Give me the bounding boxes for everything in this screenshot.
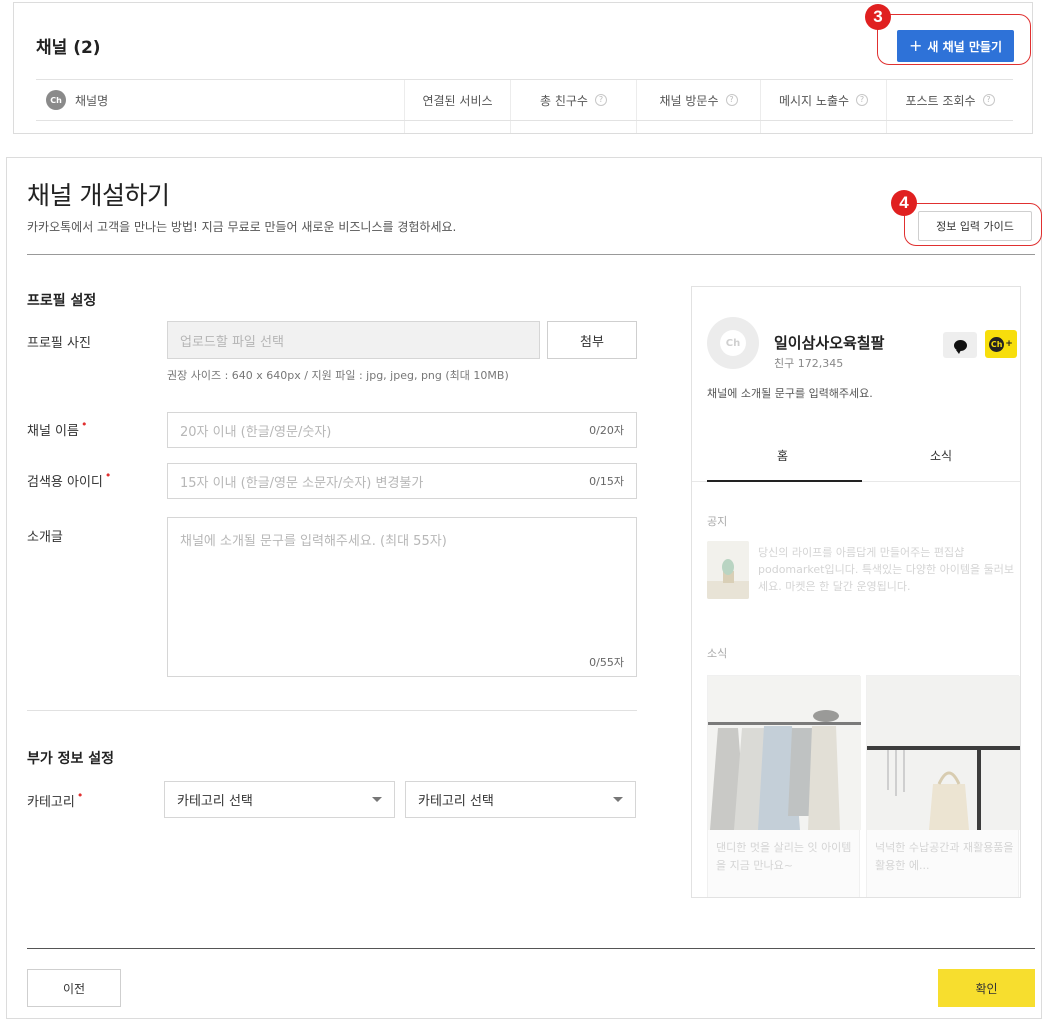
preview-avatar: Ch [707,317,759,369]
search-id-input[interactable]: 15자 이내 (한글/영문 소문자/숫자) 변경불가 0/15자 [167,463,637,499]
confirm-button[interactable]: 확인 [938,969,1035,1007]
required-mark: • [76,789,84,802]
step-marker-3: 3 [865,4,891,30]
preview-notice-label: 공지 [707,515,728,528]
channel-name-input[interactable]: 20자 이내 (한글/영문/숫자) 0/20자 [167,412,637,448]
column-message-impressions[interactable]: 메시지 노출수 ? [760,80,886,120]
previous-button[interactable]: 이전 [27,969,121,1007]
table-column-lines [36,121,1013,133]
preview-notice-text: 당신의 라이프를 아름답게 만들어주는 편집샵 podomarket입니다. 특… [758,546,1014,593]
preview-tab-news: 소식 [930,449,953,463]
channel-name-counter: 0/20자 [589,424,624,437]
channel-preview: Ch 일이삼사오육칠팔 친구 172,345 Ch + 채널에 소개될 문구를 입… [691,286,1021,898]
help-icon[interactable]: ? [982,94,995,106]
step-marker-4: 4 [891,190,917,216]
create-channel-panel: 채널 개설하기 카카오톡에서 고객을 만나는 방법! 지금 무료로 만들어 새로… [6,157,1042,1019]
preview-news-card: 넉넉한 수납공간과 재활용품을 활용한 에... [866,675,1020,897]
profile-section-title: 프로필 설정 [27,293,97,309]
highlight-ring-guide [904,203,1042,246]
page-subtitle: 카카오톡에서 고객을 만나는 방법! 지금 무료로 만들어 새로운 비즈니스를 … [27,220,457,234]
channel-table-header: Ch 채널명 연결된 서비스 총 친구수 ? 채널 방문수 ? 메시지 노출수 … [36,79,1013,121]
preview-description: 채널에 소개될 문구를 입력해주세요. [707,387,873,400]
channel-name-label: 채널 이름 • [27,418,88,439]
page-title: 채널 개설하기 [27,181,170,210]
divider [27,254,1035,255]
preview-notice-image [707,541,749,599]
preview-news-image [867,676,1020,830]
preview-news-label: 소식 [707,647,728,660]
help-icon[interactable]: ? [725,94,738,106]
help-icon[interactable]: ? [594,94,607,106]
preview-chat-button [943,332,977,358]
extra-info-section-title: 부가 정보 설정 [27,751,115,767]
channel-add-icon: Ch [989,336,1005,352]
preview-news-card: 댄디한 멋을 살리는 잇 아이템을 지금 만나요~ [707,675,861,897]
profile-photo-label: 프로필 사진 [27,336,91,351]
intro-label: 소개글 [27,530,63,545]
attach-button[interactable]: 첨부 [547,321,637,359]
photo-hint: 권장 사이즈 : 640 x 640px / 지원 파일 : jpg, jpeg… [167,369,509,382]
help-icon[interactable]: ? [856,94,869,106]
divider [27,948,1035,949]
search-id-label: 검색용 아이디 • [27,469,112,490]
chat-bubble-icon [953,339,967,354]
column-total-friends[interactable]: 총 친구수 ? [510,80,636,120]
channel-list-title: 채널 (2) [36,38,101,58]
caret-down-icon [372,797,382,802]
column-linked-service: 연결된 서비스 [404,80,510,120]
preview-friend-count: 친구 172,345 [774,357,844,370]
divider [27,710,637,711]
intro-textarea[interactable]: 채널에 소개될 문구를 입력해주세요. (최대 55자) 0/55자 [167,517,637,677]
channel-icon: Ch [46,90,66,110]
required-mark: • [80,418,88,431]
category-label: 카테고리 • [27,789,84,810]
channel-icon: Ch [720,330,746,356]
photo-upload-input[interactable]: 업로드할 파일 선택 [167,321,540,359]
category-select-primary[interactable]: 카테고리 선택 [164,781,395,818]
column-channel-visits[interactable]: 채널 방문수 ? [636,80,760,120]
category-select-secondary[interactable]: 카테고리 선택 [405,781,636,818]
preview-tab-active-indicator [707,480,862,482]
preview-channel-name: 일이삼사오육칠팔 [774,334,885,352]
required-mark: • [104,469,112,482]
search-id-counter: 0/15자 [589,475,624,488]
column-channel-name: Ch 채널명 [36,80,404,120]
preview-news-text: 넉넉한 수납공간과 재활용품을 활용한 에... [875,841,1014,872]
preview-news-image [708,676,861,830]
preview-news-text: 댄디한 멋을 살리는 잇 아이템을 지금 만나요~ [716,841,852,872]
intro-counter: 0/55자 [589,656,624,669]
highlight-ring-new-channel [877,14,1031,65]
column-post-views[interactable]: 포스트 조회수 ? [886,80,1013,120]
preview-tab-home: 홈 [777,449,789,463]
caret-down-icon [613,797,623,802]
preview-add-channel-button: Ch + [985,330,1017,358]
